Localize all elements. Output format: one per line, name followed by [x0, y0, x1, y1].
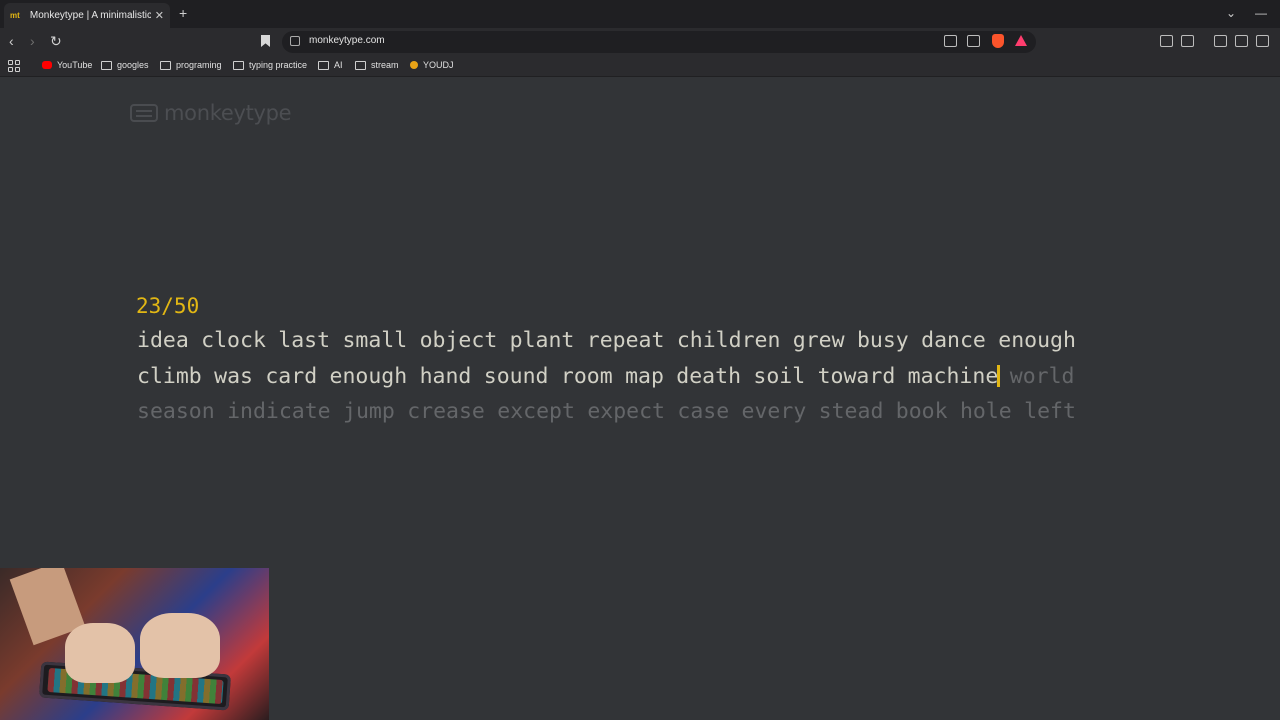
media-controls-icon[interactable]: [1214, 35, 1227, 47]
typed-word: death: [676, 363, 742, 389]
monkeytype-logo[interactable]: monkeytype: [130, 101, 292, 125]
extensions-icon[interactable]: [1160, 35, 1173, 47]
untyped-word: every: [741, 399, 807, 424]
bookmark-label: programing: [176, 60, 222, 70]
untyped-word: jump: [343, 399, 395, 424]
bookmark-folder-stream[interactable]: stream: [355, 60, 399, 70]
folder-icon: [101, 60, 112, 70]
folder-icon: [160, 60, 171, 70]
typed-word: idea: [137, 328, 189, 353]
bookmark-label: AI: [334, 60, 343, 70]
monkeytype-favicon-icon: mt: [10, 10, 20, 20]
typed-word: was: [214, 363, 253, 389]
bookmark-label: stream: [371, 60, 399, 70]
keyboard-logo-icon: [130, 104, 158, 122]
bookmark-label: YOUDJ: [423, 60, 454, 70]
untyped-word: hole: [959, 399, 1012, 424]
typed-word: climb: [137, 363, 202, 389]
brave-shields-icon[interactable]: [992, 34, 1004, 48]
brave-rewards-icon[interactable]: [1015, 35, 1027, 46]
bookmark-label: googles: [117, 60, 149, 70]
typed-word: soil: [753, 363, 806, 389]
typed-word: busy: [856, 328, 909, 353]
untyped-word: crease: [407, 399, 485, 424]
share-icon[interactable]: [967, 35, 980, 47]
bookmark-label: typing practice: [249, 60, 308, 70]
bookmarks-bar: YouTube googles programing typing practi…: [0, 55, 1280, 77]
typing-words-area[interactable]: idea clock last small object plant repeat child…: [137, 326, 1127, 433]
untyped-word: world: [1009, 363, 1075, 389]
word-line: season indicate jump crease except expect case…: [137, 397, 1127, 433]
word-counter: 23/50: [136, 294, 200, 318]
typed-word: dance: [921, 328, 986, 353]
word-line: idea clock last small object plant repeat child…: [137, 326, 1127, 362]
untyped-word: except: [497, 399, 575, 424]
left-hand: [65, 623, 135, 683]
back-arrow-icon[interactable]: ‹: [9, 33, 14, 49]
typed-word: repeat: [586, 328, 665, 353]
bookmark-page-icon[interactable]: [261, 35, 270, 47]
youdj-icon: [410, 61, 418, 69]
untyped-word: expect: [587, 399, 665, 424]
typed-word: machine: [907, 363, 999, 389]
reload-icon[interactable]: ↻: [50, 33, 62, 49]
right-hand: [140, 613, 220, 678]
sidebar-toggle-icon[interactable]: [1181, 35, 1194, 47]
minimize-window-icon[interactable]: —: [1255, 6, 1267, 20]
address-bar[interactable]: monkeytype.com: [282, 31, 1036, 53]
typed-word: small: [342, 328, 408, 353]
sidebar-panel-icon[interactable]: [1235, 35, 1248, 47]
typed-word: card: [265, 363, 318, 389]
tab-title: Monkeytype | A minimalistic, cus: [29, 10, 151, 21]
typed-word: clock: [201, 328, 266, 353]
bookmark-folder-programing[interactable]: programing: [160, 60, 222, 70]
url-text: monkeytype.com: [309, 35, 385, 46]
bookmark-folder-ai[interactable]: AI: [318, 60, 343, 70]
untyped-word: book: [895, 399, 948, 424]
typed-word: sound: [483, 363, 549, 389]
typed-word: enough: [998, 328, 1076, 353]
untyped-word: season: [137, 399, 215, 424]
typed-word: children: [676, 328, 781, 353]
logo-text: monkeytype: [164, 101, 292, 125]
untyped-word: indicate: [227, 399, 331, 424]
browser-toolbar: ‹ › ↻ monkeytype.com: [0, 28, 1280, 55]
tab-search-chevron-icon[interactable]: ⌄: [1226, 6, 1236, 20]
browser-tab[interactable]: mt Monkeytype | A minimalistic, cus ✕: [4, 3, 170, 28]
word-line: climb was card enough hand sound room map death s…: [137, 362, 1127, 398]
new-tab-plus-icon[interactable]: +: [179, 6, 187, 20]
untyped-word: left: [1024, 399, 1076, 424]
wallet-icon[interactable]: [1256, 35, 1269, 47]
typed-word: hand: [419, 363, 472, 389]
untyped-word: case: [677, 399, 730, 424]
typed-word: last: [278, 328, 331, 353]
folder-icon: [233, 60, 244, 70]
typed-word: plant: [509, 328, 575, 353]
tab-close-icon[interactable]: ✕: [155, 9, 164, 22]
bookmark-label: YouTube: [57, 60, 93, 70]
folder-icon: [355, 60, 366, 70]
bookmark-youtube[interactable]: YouTube: [42, 60, 92, 70]
site-info-icon[interactable]: [290, 36, 300, 46]
bookmark-folder-googles[interactable]: googles: [101, 60, 149, 70]
folder-icon: [318, 60, 329, 70]
typed-word: toward: [817, 363, 896, 389]
webcam-overlay: [0, 568, 269, 720]
typed-word: map: [625, 363, 664, 389]
apps-grid-icon[interactable]: [8, 60, 20, 72]
bookmark-folder-typing-practice[interactable]: typing practice: [233, 60, 307, 70]
tab-bar: mt Monkeytype | A minimalistic, cus ✕ + …: [0, 0, 1280, 28]
typed-word: grew: [792, 328, 845, 353]
typed-word: enough: [329, 363, 408, 389]
bookmark-youdj[interactable]: YOUDJ: [410, 60, 454, 70]
youtube-icon: [42, 61, 52, 69]
typed-word: room: [560, 363, 613, 389]
cast-icon[interactable]: [944, 35, 957, 47]
typed-word: object: [419, 328, 498, 353]
typing-caret: [997, 364, 1000, 387]
forward-arrow-icon[interactable]: ›: [30, 33, 35, 49]
untyped-word: stead: [818, 399, 884, 424]
